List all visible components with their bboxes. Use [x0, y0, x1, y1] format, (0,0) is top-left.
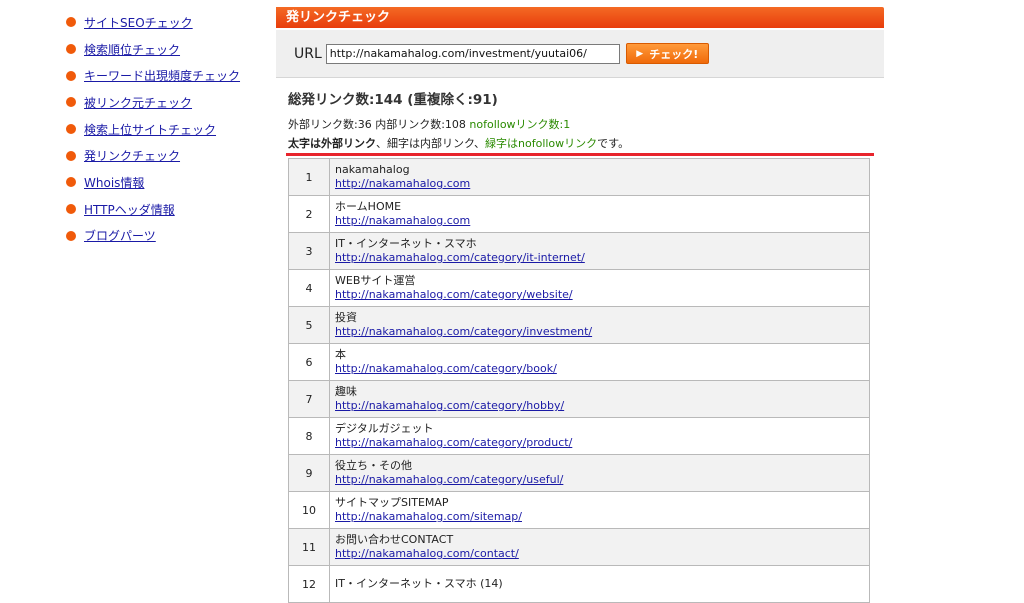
- links-table: 1 nakamahalog http://nakamahalog.com 2 ホームH…: [288, 158, 870, 603]
- counts-text: 外部リンク数:36 内部リンク数:108: [288, 118, 466, 131]
- link-url[interactable]: http://nakamahalog.com: [335, 177, 865, 191]
- table-row: 2 ホームHOME http://nakamahalog.com: [288, 195, 870, 233]
- legend-mid: 、細字は内部リンク、: [376, 137, 486, 150]
- link-title: デジタルガジェット: [335, 422, 434, 435]
- table-row: 6 本 http://nakamahalog.com/category/book/: [288, 343, 870, 381]
- row-number: 3: [288, 232, 330, 270]
- row-number: 11: [288, 528, 330, 566]
- row-number: 1: [288, 158, 330, 196]
- sidebar-link[interactable]: サイトSEOチェック: [84, 14, 193, 31]
- row-number: 12: [288, 565, 330, 603]
- bullet-icon: [66, 230, 76, 241]
- table-row: 8 デジタルガジェット http://nakamahalog.com/categor…: [288, 417, 870, 455]
- link-title: nakamahalog: [335, 163, 410, 176]
- row-number: 4: [288, 269, 330, 307]
- nofollow-count: nofollowリンク数:1: [469, 118, 571, 131]
- sidebar-link[interactable]: 検索上位サイトチェック: [84, 121, 216, 138]
- legend-green: 緑字はnofollowリンク: [485, 137, 598, 150]
- legend-end: です。: [597, 137, 630, 150]
- legend: 太字は外部リンク、細字は内部リンク、緑字はnofollowリンクです。: [288, 135, 884, 151]
- link-title: お問い合わせCONTACT: [335, 533, 454, 546]
- bullet-icon: [66, 97, 76, 108]
- link-title: サイトマップSITEMAP: [335, 496, 449, 509]
- main-panel: 発リンクチェック URL ▶ チェック! 総発リンク数:144 (重複除く:91…: [276, 7, 884, 603]
- sidebar-link[interactable]: 検索順位チェック: [84, 41, 180, 58]
- link-url[interactable]: http://nakamahalog.com/category/useful/: [335, 473, 865, 487]
- bullet-icon: [66, 177, 76, 188]
- row-number: 8: [288, 417, 330, 455]
- legend-bold: 太字は外部リンク: [288, 137, 376, 150]
- row-number: 5: [288, 306, 330, 344]
- link-url[interactable]: http://nakamahalog.com: [335, 214, 865, 228]
- row-number: 2: [288, 195, 330, 233]
- panel-title: 発リンクチェック: [276, 7, 884, 28]
- link-title: WEBサイト運営: [335, 274, 416, 287]
- sidebar-link[interactable]: キーワード出現頻度チェック: [84, 67, 240, 84]
- table-row: 3 IT・インターネット・スマホ http://nakamahalog.com/ca…: [288, 232, 870, 270]
- link-title: 役立ち・その他: [335, 459, 412, 472]
- sidebar-link[interactable]: HTTPヘッダ情報: [84, 201, 175, 218]
- bullet-icon: [66, 150, 76, 161]
- bullet-icon: [66, 44, 76, 55]
- link-title: IT・インターネット・スマホ (14): [335, 577, 503, 590]
- sidebar-item-site-seo[interactable]: サイトSEOチェック: [66, 9, 266, 36]
- check-button[interactable]: ▶ チェック!: [625, 43, 709, 64]
- link-url[interactable]: http://nakamahalog.com/category/it-inter…: [335, 251, 865, 265]
- link-title: ホームHOME: [335, 200, 402, 213]
- row-number: 6: [288, 343, 330, 381]
- link-title: 本: [335, 348, 346, 361]
- link-title: 趣味: [335, 385, 357, 398]
- bullet-icon: [66, 17, 76, 28]
- sidebar-link[interactable]: Whois情報: [84, 174, 144, 191]
- sidebar-item-rank-check[interactable]: 検索順位チェック: [66, 36, 266, 63]
- sidebar-link[interactable]: 発リンクチェック: [84, 147, 180, 164]
- sidebar-nav: サイトSEOチェック 検索順位チェック キーワード出現頻度チェック 被リンク元チ…: [66, 9, 266, 249]
- sidebar-item-blog-parts[interactable]: ブログパーツ: [66, 223, 266, 250]
- sidebar-item-backlink-check[interactable]: 被リンク元チェック: [66, 89, 266, 116]
- link-url[interactable]: http://nakamahalog.com/contact/: [335, 547, 865, 561]
- sidebar-link[interactable]: 被リンク元チェック: [84, 94, 192, 111]
- table-row: 9 役立ち・その他 http://nakamahalog.com/category/…: [288, 454, 870, 492]
- table-row: 4 WEBサイト運営 http://nakamahalog.com/category…: [288, 269, 870, 307]
- link-url[interactable]: http://nakamahalog.com/category/product/: [335, 436, 865, 450]
- check-button-label: チェック!: [649, 47, 699, 61]
- table-row: 12 IT・インターネット・スマホ (14): [288, 565, 870, 603]
- link-title: IT・インターネット・スマホ: [335, 237, 477, 250]
- table-row: 11 お問い合わせCONTACT http://nakamahalog.com/co…: [288, 528, 870, 566]
- table-row: 1 nakamahalog http://nakamahalog.com: [288, 158, 870, 196]
- row-number: 7: [288, 380, 330, 418]
- link-url[interactable]: http://nakamahalog.com/category/website/: [335, 288, 865, 302]
- link-url[interactable]: http://nakamahalog.com/sitemap/: [335, 510, 865, 524]
- link-url[interactable]: http://nakamahalog.com/category/hobby/: [335, 399, 865, 413]
- sidebar-item-whois[interactable]: Whois情報: [66, 169, 266, 196]
- table-row: 5 投資 http://nakamahalog.com/category/inves…: [288, 306, 870, 344]
- bullet-icon: [66, 204, 76, 215]
- row-number: 9: [288, 454, 330, 492]
- sidebar-link[interactable]: ブログパーツ: [84, 227, 156, 244]
- sidebar-item-top-sites[interactable]: 検索上位サイトチェック: [66, 116, 266, 143]
- link-url[interactable]: http://nakamahalog.com/category/book/: [335, 362, 865, 376]
- sidebar-item-keyword-frequency[interactable]: キーワード出現頻度チェック: [66, 62, 266, 89]
- row-number: 10: [288, 491, 330, 529]
- summary: 総発リンク数:144 (重複除く:91) 外部リンク数:36 内部リンク数:10…: [288, 88, 884, 151]
- link-counts: 外部リンク数:36 内部リンク数:108 nofollowリンク数:1: [288, 116, 884, 132]
- total-link-count: 総発リンク数:144 (重複除く:91): [288, 92, 498, 108]
- url-form: URL ▶ チェック!: [276, 30, 884, 78]
- sidebar-item-http-header[interactable]: HTTPヘッダ情報: [66, 196, 266, 223]
- bullet-icon: [66, 124, 76, 135]
- url-label: URL: [294, 45, 322, 62]
- divider: [286, 153, 874, 156]
- bullet-icon: [66, 70, 76, 81]
- table-row: 7 趣味 http://nakamahalog.com/category/hobby…: [288, 380, 870, 418]
- link-title: 投資: [335, 311, 357, 324]
- sidebar-item-outlink-check[interactable]: 発リンクチェック: [66, 142, 266, 169]
- link-url[interactable]: http://nakamahalog.com/category/investme…: [335, 325, 865, 339]
- play-icon: ▶: [636, 48, 644, 59]
- url-input[interactable]: [325, 43, 620, 64]
- table-row: 10 サイトマップSITEMAP http://nakamahalog.com/si…: [288, 491, 870, 529]
